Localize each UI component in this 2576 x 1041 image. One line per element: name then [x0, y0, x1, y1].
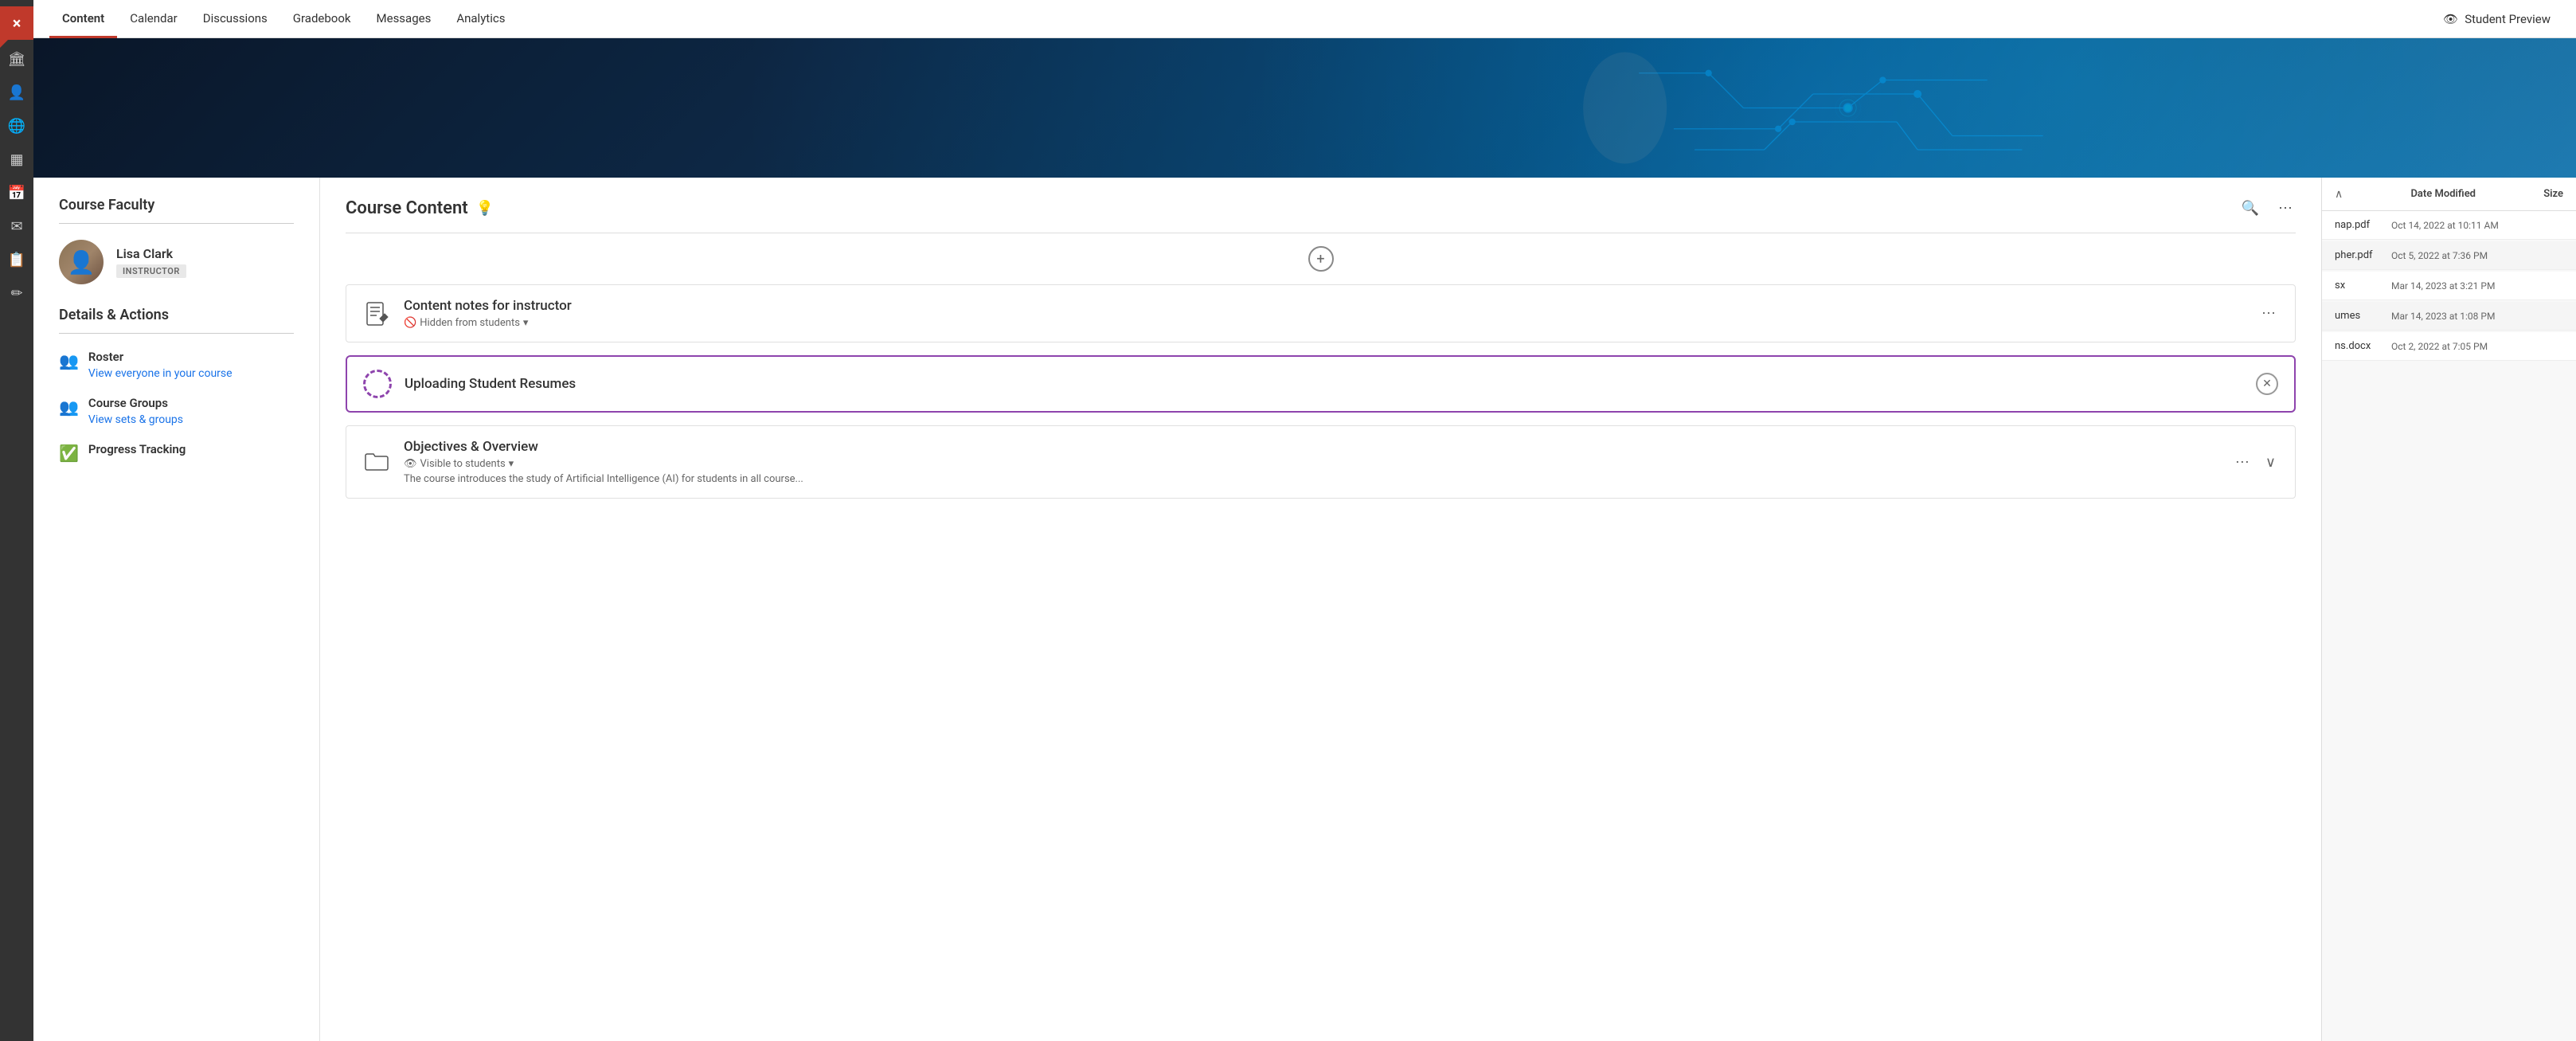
file-date: Oct 2, 2022 at 7:05 PM [2391, 341, 2519, 352]
instructor-row: Lisa Clark INSTRUCTOR [59, 240, 294, 284]
file-name: nap.pdf [2335, 219, 2391, 231]
grid-icon[interactable]: ▦ [2, 145, 31, 174]
size-label: Size [2543, 188, 2563, 200]
eye-icon: 👁 [404, 458, 417, 470]
objectives-actions: ⋯ ∨ [2232, 451, 2279, 474]
more-options-button[interactable]: ⋯ [2275, 197, 2296, 220]
file-date: Oct 5, 2022 at 7:36 PM [2391, 250, 2519, 261]
progress-tracking-action: ✅ Progress Tracking [59, 442, 294, 463]
tab-messages[interactable]: Messages [364, 1, 444, 38]
tab-analytics[interactable]: Analytics [444, 1, 518, 38]
view-everyone-link[interactable]: View everyone in your course [88, 367, 233, 380]
view-sets-groups-link[interactable]: View sets & groups [88, 413, 183, 426]
add-content-button[interactable]: + [1308, 246, 1334, 272]
hero-banner [33, 38, 2576, 178]
list-item: sx Mar 14, 2023 at 3:21 PM [2322, 272, 2576, 300]
file-date: Mar 14, 2023 at 1:08 PM [2391, 311, 2519, 322]
visibility-dropdown-icon-2[interactable]: ▾ [509, 458, 514, 470]
student-preview-icon: 👁 [2443, 12, 2458, 26]
right-panel: ∧ Date Modified Size nap.pdf Oct 14, 202… [2321, 178, 2576, 1041]
uploading-title: Uploading Student Resumes [405, 376, 2243, 392]
instructor-info: Lisa Clark INSTRUCTOR [116, 246, 186, 278]
list-item: nap.pdf Oct 14, 2022 at 10:11 AM [2322, 211, 2576, 240]
right-panel-header: ∧ Date Modified Size [2322, 178, 2576, 211]
content-notes-subtitle: 🚫 Hidden from students ▾ [404, 317, 2246, 329]
course-groups-title: Course Groups [88, 396, 183, 410]
edit-icon[interactable]: ✏ [2, 279, 31, 307]
file-name: sx [2335, 280, 2391, 292]
add-content-row: + [346, 246, 2296, 272]
objectives-info: Objectives & Overview 👁 Visible to stude… [404, 439, 2219, 485]
circuit-decoration [1050, 38, 2576, 178]
file-date: Oct 14, 2022 at 10:11 AM [2391, 220, 2519, 231]
bulb-icon: 💡 [476, 200, 494, 217]
instructor-name: Lisa Clark [116, 246, 186, 261]
file-name: pher.pdf [2335, 249, 2391, 261]
details-actions-title: Details & Actions [59, 307, 294, 323]
content-notes-title: Content notes for instructor [404, 298, 2246, 314]
objectives-overview-item: Objectives & Overview 👁 Visible to stude… [346, 425, 2296, 499]
calendar-icon[interactable]: 📅 [2, 178, 31, 207]
file-name: umes [2335, 310, 2391, 322]
content-notes-more-btn[interactable]: ⋯ [2258, 302, 2279, 325]
visibility-dropdown-icon[interactable]: ▾ [523, 317, 529, 329]
building-icon[interactable]: 🏛 [2, 45, 31, 73]
roster-icon: 👥 [59, 351, 79, 370]
objectives-expand-btn[interactable]: ∨ [2262, 451, 2279, 474]
course-content-header: Course Content 💡 🔍 ⋯ [346, 197, 2296, 220]
content-notes-info: Content notes for instructor 🚫 Hidden fr… [404, 298, 2246, 329]
file-date: Mar 14, 2023 at 3:21 PM [2391, 280, 2519, 292]
upload-spinner-icon [363, 370, 392, 398]
list-item: umes Mar 14, 2023 at 1:08 PM [2322, 302, 2576, 331]
main-panel: Course Content 💡 🔍 ⋯ + [320, 178, 2321, 1041]
folder-icon [362, 449, 391, 475]
progress-tracking-title: Progress Tracking [88, 442, 186, 456]
groups-icon: 👥 [59, 397, 79, 417]
close-button[interactable]: × [0, 6, 33, 40]
course-faculty-title: Course Faculty [59, 197, 294, 213]
tab-content[interactable]: Content [49, 1, 117, 38]
globe-icon[interactable]: 🌐 [2, 112, 31, 140]
objectives-more-btn[interactable]: ⋯ [2232, 451, 2253, 474]
list-item: pher.pdf Oct 5, 2022 at 7:36 PM [2322, 241, 2576, 270]
left-panel: Course Faculty Lisa Clark INSTRUCTOR Det… [33, 178, 320, 1041]
uploading-info: Uploading Student Resumes [405, 376, 2243, 392]
details-divider [59, 333, 294, 334]
instructor-badge: INSTRUCTOR [116, 264, 186, 278]
hidden-icon: 🚫 [404, 317, 416, 329]
mail-icon[interactable]: ✉ [2, 212, 31, 241]
content-notes-item: Content notes for instructor 🚫 Hidden fr… [346, 284, 2296, 342]
date-modified-label: Date Modified [2410, 188, 2476, 200]
progress-icon: ✅ [59, 444, 79, 463]
file-name: ns.docx [2335, 340, 2391, 352]
objectives-title: Objectives & Overview [404, 439, 2219, 455]
note-icon [362, 301, 391, 327]
content-area: Course Faculty Lisa Clark INSTRUCTOR Det… [33, 178, 2576, 1041]
uploading-item: Uploading Student Resumes ✕ [346, 355, 2296, 413]
course-groups-action: 👥 Course Groups View sets & groups [59, 396, 294, 426]
collapse-panel-button[interactable]: ∧ [2335, 187, 2343, 201]
list-item: ns.docx Oct 2, 2022 at 7:05 PM [2322, 332, 2576, 361]
roster-title: Roster [88, 350, 233, 364]
tab-calendar[interactable]: Calendar [117, 1, 190, 38]
avatar [59, 240, 104, 284]
roster-action: 👥 Roster View everyone in your course [59, 350, 294, 380]
file-list: nap.pdf Oct 14, 2022 at 10:11 AM pher.pd… [2322, 211, 2576, 361]
student-preview-button[interactable]: 👁 Student Preview [2433, 7, 2560, 31]
tab-gradebook[interactable]: Gradebook [280, 1, 364, 38]
document-icon[interactable]: 📋 [2, 245, 31, 274]
main-wrapper: Content Calendar Discussions Gradebook M… [33, 0, 2576, 1041]
person-icon[interactable]: 👤 [2, 78, 31, 107]
top-nav: Content Calendar Discussions Gradebook M… [33, 0, 2576, 38]
tab-discussions[interactable]: Discussions [190, 1, 280, 38]
objectives-subtitle: 👁 Visible to students ▾ [404, 458, 2219, 470]
cancel-upload-button[interactable]: ✕ [2256, 373, 2278, 395]
module-description: The course introduces the study of Artif… [404, 473, 2219, 485]
sidebar-icons-panel: × 🏛 👤 🌐 ▦ 📅 ✉ 📋 ✏ [0, 0, 33, 1041]
course-content-title: Course Content 💡 [346, 198, 494, 218]
header-actions: 🔍 ⋯ [2238, 197, 2296, 220]
faculty-divider [59, 223, 294, 224]
search-button[interactable]: 🔍 [2238, 197, 2262, 220]
